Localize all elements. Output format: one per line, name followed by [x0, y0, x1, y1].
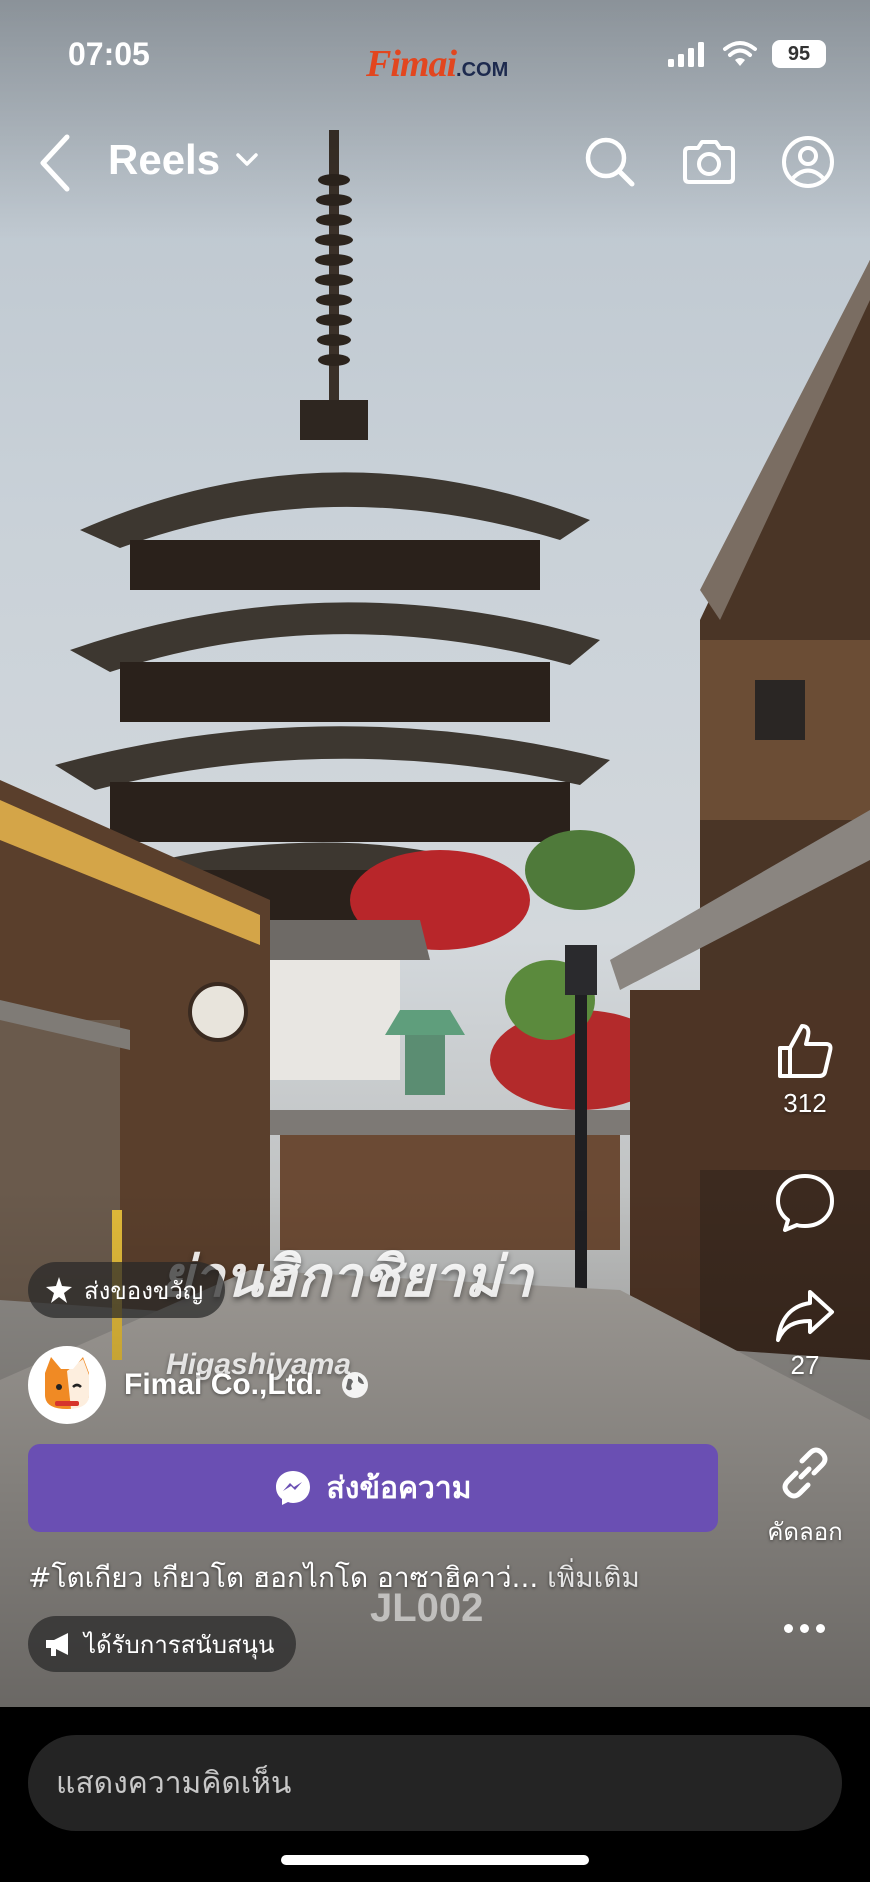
camera-button[interactable] [679, 132, 739, 192]
reels-header: Reels [0, 118, 870, 208]
sponsored-badge[interactable]: ได้รับการสนับสนุน [28, 1616, 297, 1672]
comment-icon [776, 1174, 834, 1232]
back-icon [40, 134, 70, 192]
status-time: 07:05 [68, 36, 150, 72]
gift-sparkle-icon [46, 1277, 72, 1303]
share-button[interactable]: 27 [740, 1288, 870, 1381]
link-icon [782, 1447, 828, 1499]
profile-icon [782, 136, 834, 188]
share-count: 27 [790, 1350, 820, 1380]
send-gift-label: ส่งของขวัญ [84, 1276, 204, 1305]
more-icon-dot [815, 1623, 825, 1633]
see-more-link[interactable]: เพิ่มเติม [547, 1561, 640, 1594]
like-button[interactable]: 312 [740, 1020, 870, 1119]
copy-link-button[interactable]: คัดลอก [740, 1442, 870, 1551]
brand-logo: Fimai.COM [366, 42, 508, 86]
copy-link-label: คัดลอก [767, 1518, 843, 1546]
search-button[interactable] [580, 132, 640, 192]
brand-name: Fimai [366, 43, 457, 85]
comment-button[interactable] [740, 1172, 870, 1234]
brand-suffix: .COM [456, 59, 509, 81]
avatar[interactable] [28, 1346, 106, 1424]
reels-title: Reels [108, 136, 221, 183]
status-icons: 95 [668, 40, 826, 68]
sponsored-label: ได้รับการสนับสนุน [84, 1630, 275, 1659]
page-profile[interactable]: Fimai Co.,Ltd. [28, 1346, 370, 1424]
signal-icon [668, 42, 704, 67]
wifi-icon [723, 41, 757, 66]
profile-button[interactable] [778, 132, 838, 192]
megaphone-icon [46, 1633, 68, 1656]
comment-placeholder: แสดงความคิดเห็น [56, 1765, 292, 1801]
globe-icon [342, 1372, 369, 1398]
reels-dropdown[interactable]: Reels [108, 136, 258, 184]
like-icon [778, 1024, 833, 1078]
page-name[interactable]: Fimai Co.,Ltd. [124, 1368, 322, 1402]
search-icon [585, 137, 635, 187]
camera-icon [683, 140, 735, 184]
description-text: #โตเกียว เกียวโต ฮอกไกโด อาซาฮิคาว่... [28, 1561, 548, 1594]
like-count: 312 [783, 1088, 827, 1118]
more-options-button[interactable] [774, 1608, 834, 1648]
home-indicator[interactable] [281, 1855, 589, 1865]
status-bar: 07:05 Fimai.COM 95 [0, 0, 870, 110]
comment-input[interactable]: แสดงความคิดเห็น [28, 1735, 842, 1831]
more-icon-dot [799, 1623, 809, 1633]
send-gift-button[interactable]: ส่งของขวัญ [28, 1262, 226, 1318]
send-message-button[interactable]: ส่งข้อความ [28, 1444, 718, 1532]
post-description[interactable]: #โตเกียว เกียวโต ฮอกไกโด อาซาฮิคาว่... เ… [28, 1556, 640, 1600]
messenger-icon [276, 1471, 311, 1505]
share-icon [776, 1290, 834, 1342]
cat-logo-icon [32, 1350, 102, 1420]
comment-bar: แสดงความคิดเห็น [0, 1707, 870, 1882]
more-icon [783, 1623, 793, 1633]
chevron-down-icon [236, 153, 258, 166]
send-message-label: ส่งข้อความ [326, 1470, 472, 1506]
battery-icon: 95 [772, 40, 826, 68]
back-button[interactable] [24, 128, 84, 198]
